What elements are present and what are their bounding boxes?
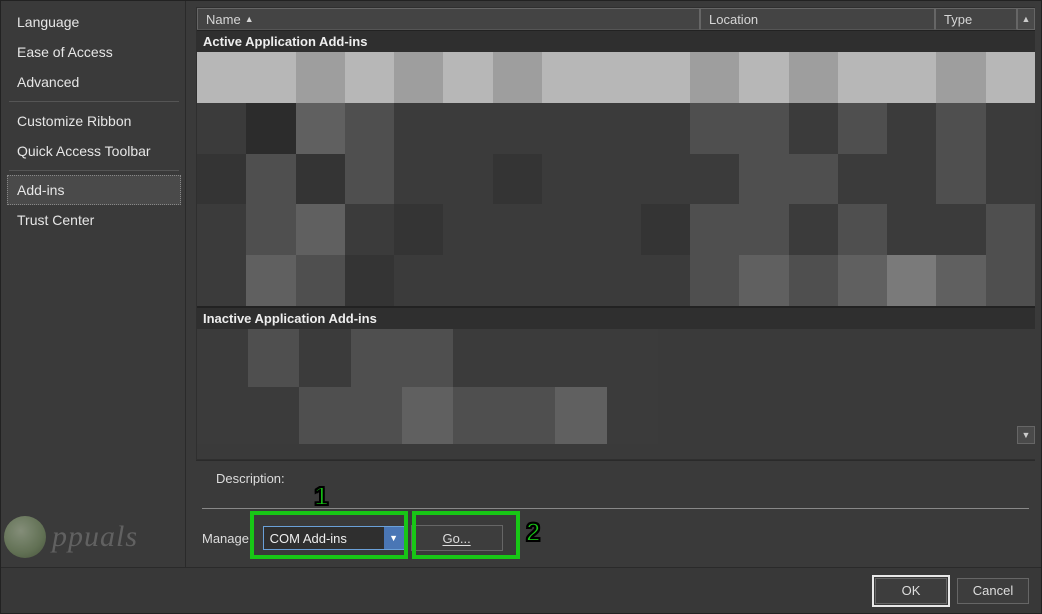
sidebar-item-ease-of-access[interactable]: Ease of Access	[7, 37, 181, 67]
scroll-up-button[interactable]: ▲	[1017, 8, 1035, 30]
options-dialog: Language Ease of Access Advanced Customi…	[0, 0, 1042, 614]
column-header-name[interactable]: Name ▲	[197, 8, 700, 30]
column-header-type[interactable]: Type	[935, 8, 1017, 30]
manage-label: Manage:	[202, 531, 253, 546]
sidebar-item-trust-center[interactable]: Trust Center	[7, 205, 181, 235]
active-addins-rows[interactable]	[197, 52, 1035, 307]
manage-dropdown-value: COM Add-ins	[264, 531, 384, 546]
divider	[202, 508, 1029, 509]
inactive-addins-header: Inactive Application Add-ins	[197, 307, 1035, 329]
column-header-type-label: Type	[944, 12, 972, 27]
ok-button[interactable]: OK	[875, 578, 947, 604]
pixelated-content	[197, 52, 1035, 306]
options-sidebar: Language Ease of Access Advanced Customi…	[1, 1, 186, 567]
go-button[interactable]: Go...	[411, 525, 503, 551]
column-header-name-label: Name	[206, 12, 241, 27]
sort-ascending-icon: ▲	[245, 14, 254, 24]
sidebar-item-language[interactable]: Language	[7, 7, 181, 37]
cancel-button[interactable]: Cancel	[957, 578, 1029, 604]
sidebar-item-advanced[interactable]: Advanced	[7, 67, 181, 97]
active-addins-header: Active Application Add-ins	[197, 30, 1035, 52]
column-headers: Name ▲ Location Type ▲	[197, 8, 1035, 30]
sidebar-item-quick-access-toolbar[interactable]: Quick Access Toolbar	[7, 136, 181, 166]
chevron-down-icon: ▼	[1022, 430, 1031, 440]
dialog-body: Language Ease of Access Advanced Customi…	[1, 1, 1041, 567]
sidebar-separator	[9, 101, 179, 102]
sidebar-item-add-ins[interactable]: Add-ins	[7, 175, 181, 205]
column-header-location-label: Location	[709, 12, 758, 27]
go-button-label: Go...	[443, 531, 471, 546]
scroll-down-button[interactable]: ▼	[1017, 426, 1035, 444]
chevron-up-icon: ▲	[1022, 14, 1031, 24]
dialog-footer: OK Cancel	[1, 567, 1041, 613]
manage-row: Manage: COM Add-ins ▼ Go... 1 2	[196, 515, 1035, 561]
dropdown-arrow-icon: ▼	[384, 527, 404, 549]
pixelated-content	[197, 329, 658, 444]
manage-dropdown[interactable]: COM Add-ins ▼	[263, 526, 405, 550]
sidebar-item-customize-ribbon[interactable]: Customize Ribbon	[7, 106, 181, 136]
description-label: Description:	[196, 460, 1035, 490]
addins-list: Name ▲ Location Type ▲ Active Applicatio…	[196, 7, 1035, 460]
addins-panel: Name ▲ Location Type ▲ Active Applicatio…	[186, 1, 1041, 567]
annotation-callout-2: 2	[526, 517, 540, 548]
inactive-addins-rows[interactable]: ▼	[197, 329, 1035, 444]
sidebar-separator	[9, 170, 179, 171]
column-header-location[interactable]: Location	[700, 8, 935, 30]
